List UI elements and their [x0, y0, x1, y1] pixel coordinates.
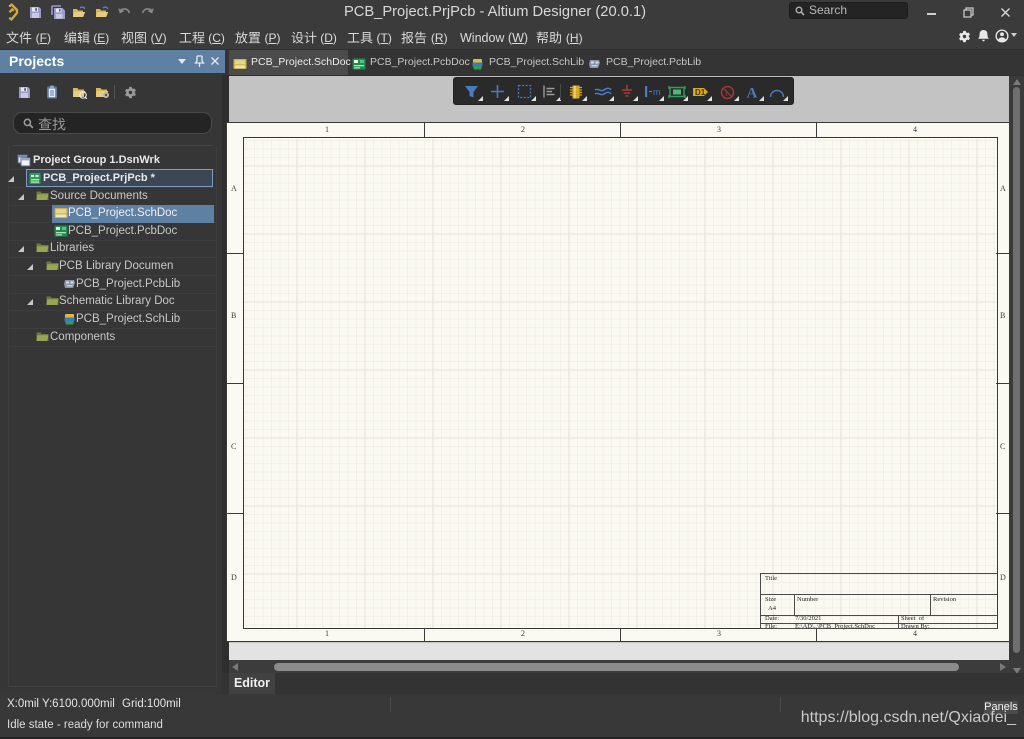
svg-text:A: A: [747, 86, 758, 101]
svg-text:D1: D1: [695, 88, 706, 97]
